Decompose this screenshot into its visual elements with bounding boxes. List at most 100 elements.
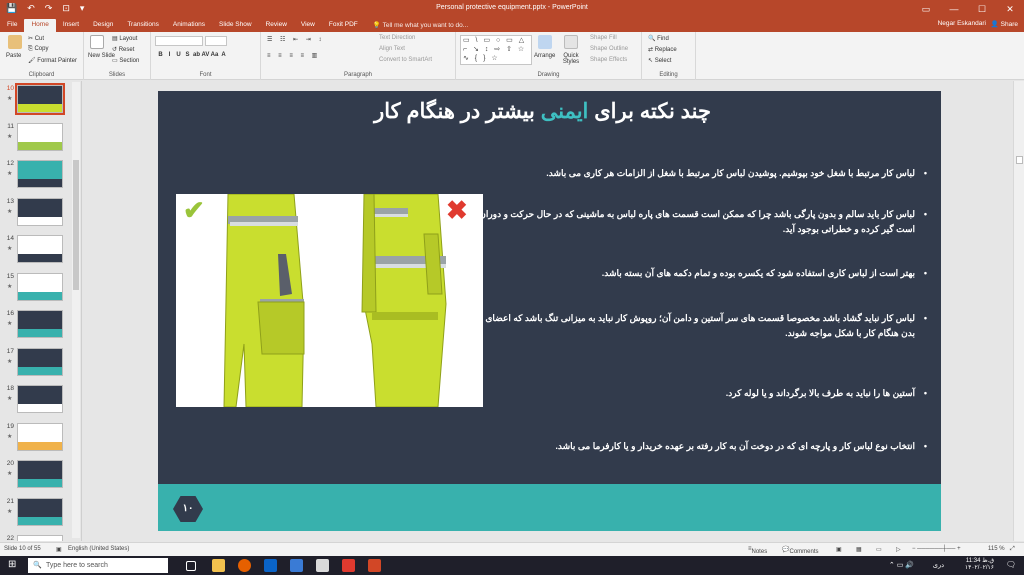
font-size-box[interactable] (205, 36, 227, 46)
slide-thumbnail[interactable]: 17 ★ (4, 347, 80, 378)
slide-thumbnail[interactable]: 16 ★ (4, 310, 80, 340)
paste-button[interactable]: Paste (6, 53, 21, 59)
language-indicator[interactable]: English (United States) (68, 546, 129, 552)
format-painter-button[interactable]: 🖌 Format Painter (28, 57, 77, 64)
new-slide-icon[interactable] (90, 35, 104, 49)
share-button[interactable]: 👤 Share (991, 20, 1018, 28)
thumbnails-scroll-thumb[interactable] (73, 160, 79, 290)
shape-effects-button[interactable]: Shape Effects (590, 57, 627, 63)
slide-thumbnail[interactable]: 10 ★ (4, 83, 80, 115)
tab-view[interactable]: View (294, 19, 322, 32)
paragraph-align-buttons[interactable]: ≡ ≡ ≡ ≡ ▥ (267, 52, 320, 59)
paragraph-list-buttons[interactable]: ☰ ☷ ⇤ ⇥ ↕ (267, 36, 324, 43)
taskbar-clock[interactable]: 11:34 ق.ظ ۱۴۰۲/۰۲/۱۶ (965, 558, 994, 572)
shape-outline-button[interactable]: Shape Outline (590, 46, 628, 52)
arrange-icon[interactable] (538, 35, 552, 49)
pen-app-icon[interactable] (316, 559, 329, 572)
slide-thumbnail[interactable]: 19 ★ (4, 422, 80, 453)
slide-thumbnail[interactable]: 22★ (4, 535, 80, 541)
change-case-button[interactable]: Aa (210, 52, 219, 58)
reading-view-icon[interactable]: ▭ (876, 546, 882, 553)
convert-smartart-button[interactable]: Convert to SmartArt (379, 57, 432, 63)
slideshow-view-icon[interactable]: ▷ (896, 546, 901, 553)
section-button[interactable]: ▭ Section (112, 57, 139, 64)
ribbon-display-icon[interactable]: ▭ (912, 0, 940, 18)
tell-me-box[interactable]: 💡 Tell me what you want to do... (365, 20, 476, 32)
slide-title[interactable]: چند نکته برای ایمنی بیشتر در هنگام کار (374, 99, 711, 124)
tab-file[interactable]: File (0, 19, 24, 32)
slide-thumbnail[interactable]: 15 ★ (4, 272, 80, 303)
minimize-button[interactable]: — (940, 0, 968, 18)
start-button[interactable]: ⊞ (8, 559, 16, 570)
char-spacing-button[interactable]: ab (192, 52, 201, 58)
outlook-icon[interactable] (264, 559, 277, 572)
fit-slide-icon[interactable]: ⤢ (1010, 546, 1015, 553)
normal-view-icon[interactable]: ▣ (836, 546, 842, 553)
file-explorer-icon[interactable] (212, 559, 225, 572)
user-name[interactable]: Negar Eskandari (938, 20, 986, 27)
thumbnails-scrollbar[interactable] (72, 82, 80, 538)
slide-thumbnail[interactable]: 18 ★ (4, 385, 80, 415)
font-color-button[interactable]: A (219, 52, 228, 58)
reset-button[interactable]: ↺ Reset (112, 46, 134, 53)
tab-animations[interactable]: Animations (166, 19, 212, 32)
acrobat-icon[interactable] (342, 559, 355, 572)
taskbar-search-box[interactable]: 🔍 Type here to search (28, 558, 168, 573)
current-slide[interactable]: چند نکته برای ایمنی بیشتر در هنگام کار ✔… (158, 91, 941, 531)
paste-icon[interactable] (8, 35, 22, 49)
slide-thumbnail[interactable]: 12 ★ (4, 160, 80, 190)
replace-button[interactable]: ⇄ Replace (648, 46, 677, 53)
editor-scroll-thumb[interactable] (1016, 156, 1023, 164)
select-button[interactable]: ↖ Select (648, 57, 671, 64)
align-text-button[interactable]: Align Text (379, 46, 405, 52)
text-direction-button[interactable]: Text Direction (379, 35, 415, 41)
bold-button[interactable]: B (156, 52, 165, 58)
tab-design[interactable]: Design (86, 19, 120, 32)
app-icon[interactable] (290, 559, 303, 572)
slide-thumbnail[interactable]: 11 ★ (4, 122, 80, 153)
italic-button[interactable]: I (165, 52, 174, 58)
kerning-button[interactable]: AV (201, 52, 210, 58)
quick-styles-icon[interactable] (564, 35, 578, 49)
firefox-icon[interactable] (238, 559, 251, 572)
bullet-3: بهتر است از لباس کاری استفاده شود که یکس… (471, 266, 931, 281)
tab-foxit-pdf[interactable]: Foxit PDF (322, 19, 365, 32)
find-button[interactable]: 🔍 Find (648, 35, 669, 42)
slide-thumbnail[interactable]: 20 ★ (4, 460, 80, 490)
safety-clothing-picture[interactable]: ✔ ✖ (176, 194, 483, 407)
task-view-icon[interactable] (186, 561, 196, 571)
strikethrough-button[interactable]: S (183, 52, 192, 58)
slide-thumbnail[interactable]: 13 ★ (4, 197, 80, 228)
slide-thumbnail[interactable]: 14 ★ (4, 235, 80, 265)
close-button[interactable]: ✕ (996, 0, 1024, 18)
layout-button[interactable]: ▤ Layout (112, 35, 137, 42)
font-group: B I U Sab AVAa A Font (151, 32, 261, 80)
slide-sorter-icon[interactable]: ▦ (856, 546, 862, 553)
new-slide-button[interactable]: New Slide (88, 53, 115, 59)
tab-slide-show[interactable]: Slide Show (212, 19, 259, 32)
maximize-button[interactable]: ☐ (968, 0, 996, 18)
quick-styles-button[interactable]: Quick Styles (560, 53, 582, 65)
font-name-box[interactable] (155, 36, 203, 46)
tab-home[interactable]: Home (24, 19, 56, 32)
shape-fill-button[interactable]: Shape Fill (590, 35, 617, 41)
keyboard-language[interactable]: دری (933, 561, 944, 569)
notes-button[interactable]: ≡ Notes (748, 546, 767, 555)
arrange-button[interactable]: Arrange (534, 53, 555, 59)
editor-scrollbar[interactable] (1013, 81, 1024, 541)
tab-review[interactable]: Review (259, 19, 294, 32)
slide-thumbnail[interactable]: 21 ★ (4, 497, 80, 528)
zoom-slider[interactable]: − ──────┼── + (912, 546, 961, 552)
system-tray-icons[interactable]: ⌃ ▭ 🔊 (889, 561, 914, 569)
copy-button[interactable]: ⎘ Copy (28, 46, 48, 53)
shapes-gallery[interactable]: ▭ \ ▭ ○ ▭ △ ⌐ ↘ ↕ ⇨ ⇧ ☆ ∿ { } ☆ (460, 35, 532, 65)
powerpoint-taskbar-icon[interactable] (368, 559, 381, 572)
tab-insert[interactable]: Insert (56, 19, 86, 32)
underline-button[interactable]: U (174, 52, 183, 58)
cut-button[interactable]: ✂ Cut (28, 35, 44, 42)
comments-button[interactable]: 💬 Comments (782, 546, 819, 555)
notifications-icon[interactable]: 🗨 (1006, 560, 1016, 569)
spellcheck-icon[interactable]: ▣ (56, 546, 62, 553)
tab-transitions[interactable]: Transitions (120, 19, 166, 32)
zoom-level[interactable]: 115 % (988, 546, 1005, 552)
